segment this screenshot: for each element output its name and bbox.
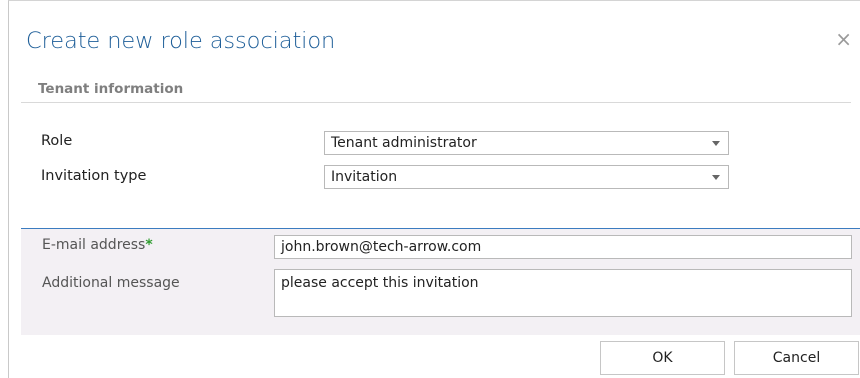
email-field[interactable]: john.brown@tech-arrow.com: [274, 235, 852, 259]
required-marker: *: [145, 237, 153, 253]
role-select[interactable]: Tenant administrator: [324, 131, 729, 155]
close-icon[interactable]: ×: [835, 29, 852, 49]
cancel-button[interactable]: Cancel: [734, 341, 859, 375]
section-title: Tenant information: [38, 81, 184, 97]
email-label: E-mail address*: [42, 237, 153, 253]
tenant-information-section: Tenant information: [21, 75, 851, 103]
additional-message-field[interactable]: please accept this invitation: [274, 269, 852, 317]
role-select-value: Tenant administrator: [331, 135, 477, 151]
chevron-down-icon: [712, 141, 720, 146]
chevron-down-icon: [712, 175, 720, 180]
dialog-title: Create new role association: [26, 28, 336, 54]
invitation-type-select[interactable]: Invitation: [324, 165, 729, 189]
role-label: Role: [41, 133, 73, 149]
invitation-details-panel: E-mail address* john.brown@tech-arrow.co…: [21, 228, 860, 335]
additional-message-label: Additional message: [42, 275, 180, 291]
ok-button[interactable]: OK: [600, 341, 725, 375]
invitation-type-select-value: Invitation: [331, 169, 398, 185]
invitation-type-label: Invitation type: [41, 168, 147, 184]
email-label-text: E-mail address: [42, 237, 146, 253]
create-role-dialog: Create new role association × Tenant inf…: [8, 0, 860, 378]
